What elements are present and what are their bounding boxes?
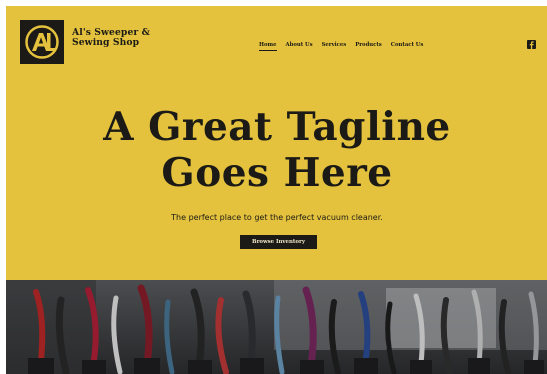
hero-subtitle: The perfect place to get the perfect vac… bbox=[171, 213, 383, 222]
nav-item-about-us[interactable]: About Us bbox=[286, 42, 313, 51]
browse-inventory-button[interactable]: Browse Inventory bbox=[240, 235, 317, 249]
facebook-icon[interactable] bbox=[527, 40, 536, 49]
logo-mark-icon bbox=[25, 25, 59, 59]
main-nav: Home About Us Services Products Contact … bbox=[259, 42, 423, 51]
store-photo-banner bbox=[6, 280, 547, 374]
logo[interactable] bbox=[20, 20, 64, 64]
hero-tagline-line1: A Great Tagline bbox=[103, 104, 451, 150]
page: Al's Sweeper & Sewing Shop Home About Us… bbox=[6, 6, 547, 374]
hero-tagline-line2: Goes Here bbox=[161, 150, 393, 196]
brand-name[interactable]: Al's Sweeper & Sewing Shop bbox=[72, 28, 150, 48]
hero-section: Al's Sweeper & Sewing Shop Home About Us… bbox=[6, 6, 547, 280]
nav-item-home[interactable]: Home bbox=[259, 42, 277, 51]
nav-item-contact-us[interactable]: Contact Us bbox=[391, 42, 424, 51]
store-photo-image bbox=[6, 280, 547, 374]
brand-name-line2: Sewing Shop bbox=[72, 37, 140, 48]
nav-item-services[interactable]: Services bbox=[322, 42, 347, 51]
hero-tagline: A Great Tagline Goes Here bbox=[6, 104, 547, 196]
nav-item-products[interactable]: Products bbox=[355, 42, 382, 51]
